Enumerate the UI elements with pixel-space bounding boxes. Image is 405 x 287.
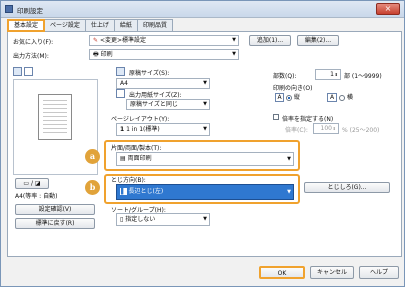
preview-layout-icon[interactable] (13, 67, 22, 76)
page-layout-select[interactable]: 1 1 in 1(標準) ▼ (116, 123, 210, 136)
preview-caption: A4(等率 : 自動) (15, 193, 58, 200)
favorites-select[interactable]: ✎ <変更>標準設定 ▼ (89, 35, 239, 46)
ok-button[interactable]: OK (259, 266, 305, 279)
print-icon: 🖶 (93, 51, 99, 58)
help-button[interactable]: ヘルプ (359, 266, 399, 279)
orientation-portrait[interactable]: A 縦 (275, 92, 300, 102)
window-title: 印刷設定 (17, 7, 43, 15)
favorites-edit-button[interactable]: 編集(2)... (297, 35, 339, 46)
output-paper-select[interactable]: 原稿サイズと同じ ▼ (126, 99, 210, 110)
badge-a: a (85, 149, 100, 164)
page-layout-label: ページレイアウト(Y): (111, 116, 170, 123)
tab-basic[interactable]: 基本設定 (7, 19, 46, 32)
favorites-label: お気に入り(F): (13, 39, 54, 46)
original-size-icon (116, 67, 125, 76)
title-bar: 印刷設定 × (1, 1, 404, 18)
favorites-add-button[interactable]: 追加(1)... (249, 35, 291, 46)
restore-defaults-button[interactable]: 標準に戻す(R) (15, 218, 95, 229)
output-paper-label: 出力用紙サイズ(Z): (129, 92, 182, 99)
cancel-button[interactable]: キャンセル (310, 266, 354, 279)
copies-input[interactable]: 1 ⬍ (315, 69, 341, 80)
orientation-label: 印刷の向き(O) (273, 85, 313, 92)
scaling-label: 倍率を指定する(N) (282, 116, 334, 123)
tab-finishing[interactable]: 仕上げ (84, 19, 115, 31)
portrait-radio[interactable] (285, 94, 292, 101)
output-method-select[interactable]: 🖶 印刷 ▼ (89, 49, 239, 60)
sort-icon: ▯ (120, 216, 124, 223)
tab-paper-source[interactable]: 給紙 (113, 19, 138, 31)
landscape-radio[interactable] (338, 94, 345, 101)
binding-select[interactable]: ▌ 長辺とじ(左) ▼ (116, 184, 294, 200)
output-method-label: 出力方法(M): (13, 53, 49, 60)
ratio-label: 倍率(C): (285, 127, 308, 134)
sort-select[interactable]: ▯ 指定しない ▼ (116, 213, 210, 226)
print-settings-window: 印刷設定 × 基本設定 ページ設定 仕上げ 給紙 印刷品質 お気に入り(F): … (0, 0, 405, 287)
preview-text-lines (43, 100, 67, 134)
preview-toggle-button[interactable]: ▭ / ◪ (15, 178, 49, 189)
tab-page-setup[interactable]: ページ設定 (44, 19, 86, 31)
preview-settings-icon[interactable] (24, 67, 33, 76)
print-mode-label: 片面/両面/製本(T): (111, 145, 162, 152)
original-size-select[interactable]: A4 ▼ (116, 78, 210, 89)
scaling-checkbox[interactable] (273, 114, 279, 120)
orientation-landscape[interactable]: A 横 (327, 92, 353, 102)
printer-icon (5, 5, 13, 13)
tab-bar: 基本設定 ページ設定 仕上げ 給紙 印刷品質 (7, 19, 173, 32)
copies-range: 部 (1〜9999) (344, 73, 382, 80)
duplex-icon: ▤ (120, 155, 126, 162)
margin-button[interactable]: とじしろ(G)... (304, 182, 390, 193)
close-button[interactable]: × (376, 3, 400, 15)
tab-quality[interactable]: 印刷品質 (136, 19, 173, 31)
settings-view-button[interactable]: 設定確認(V) (15, 204, 95, 215)
print-mode-select[interactable]: ▤ 両面印刷 ▼ (116, 152, 294, 166)
ratio-input[interactable]: 100 ⬍ (313, 123, 339, 134)
binding-label: とじ方向(B): (111, 177, 146, 184)
badge-b: b (85, 180, 100, 195)
layout-1in1-icon: 1 (120, 126, 125, 133)
original-size-label: 原稿サイズ(S): (129, 70, 170, 77)
long-edge-left-icon: ▌ (120, 188, 127, 195)
output-paper-icon (116, 89, 125, 98)
copies-label: 部数(Q): (273, 73, 297, 80)
ratio-range: % (25〜200) (342, 127, 380, 134)
